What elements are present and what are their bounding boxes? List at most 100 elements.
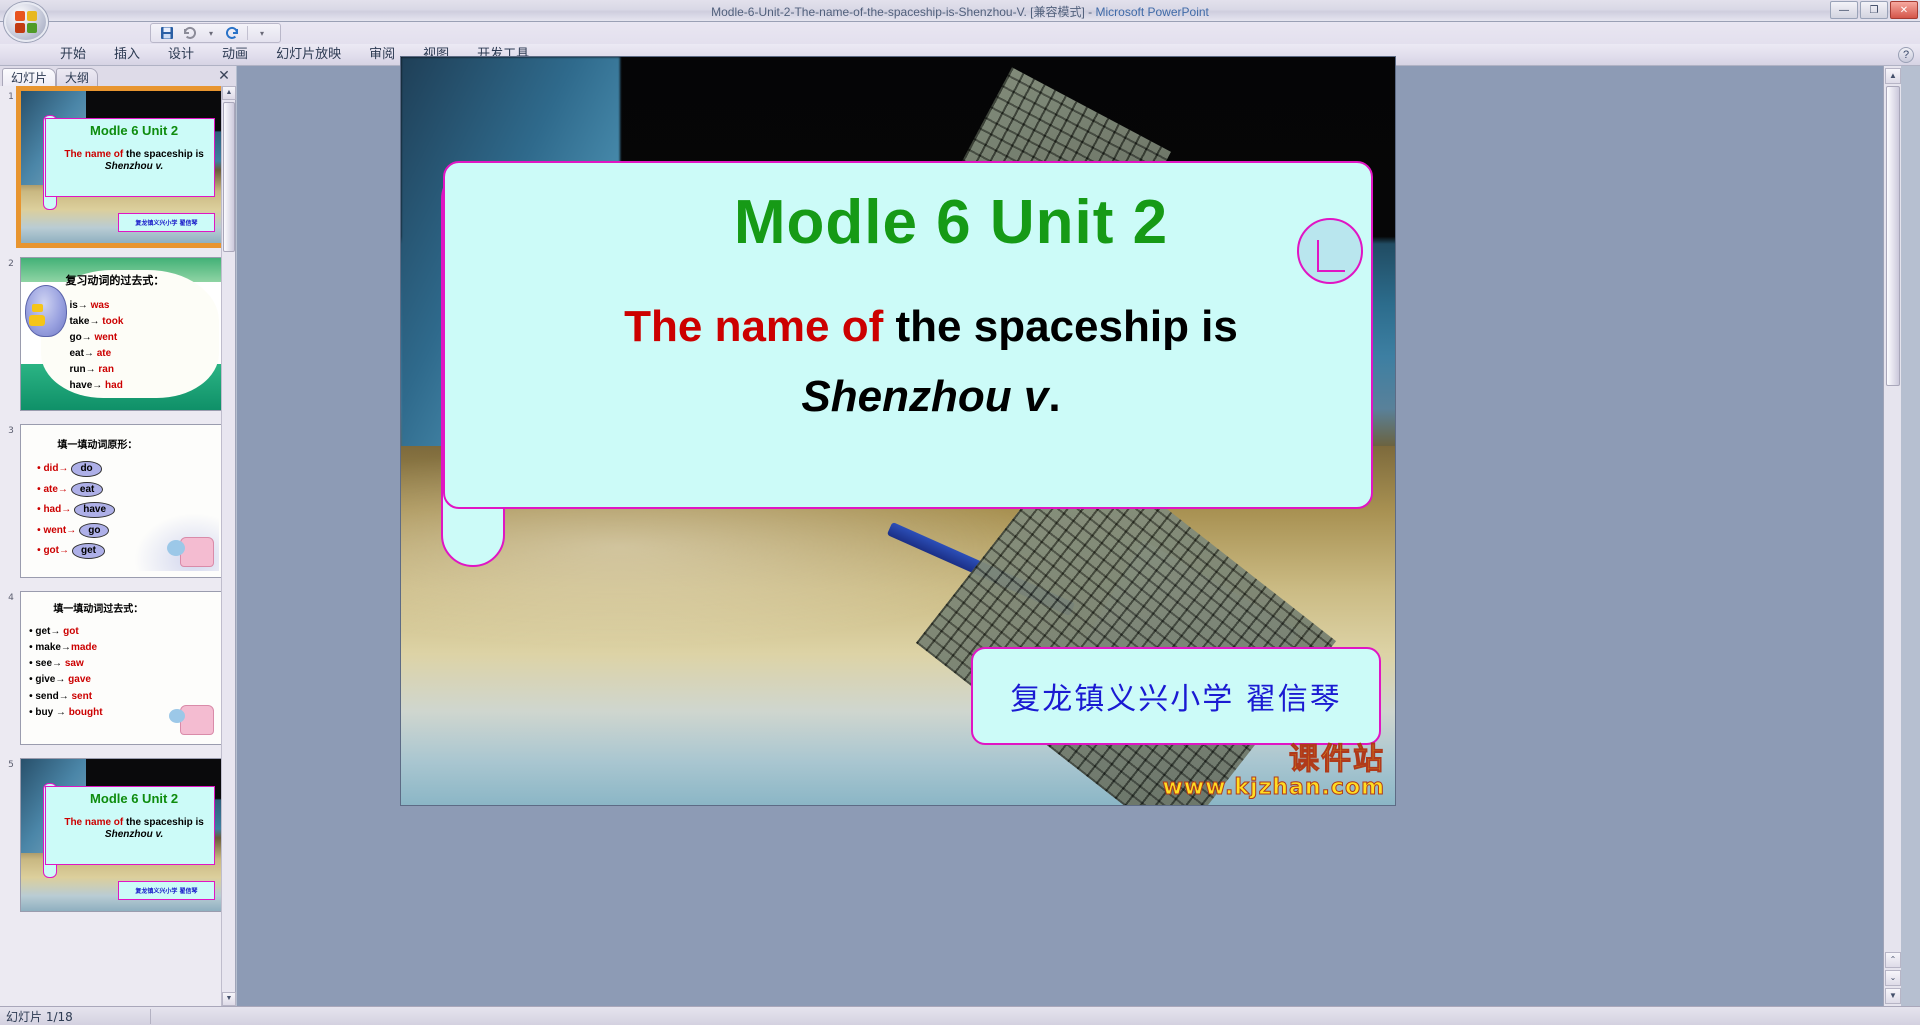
slide-credit-box[interactable]: 复龙镇义兴小学 翟信琴 [971,647,1381,745]
minimize-button[interactable]: — [1830,1,1858,19]
list-item: eat→ ate [69,346,123,362]
stage-scrollbar[interactable]: ▲ ⌃ ⌄ ▼ [1883,66,1901,1006]
list-item[interactable]: 3 填一填动词原形： • did→ do • ate→ eat • had→ have… [4,424,222,584]
status-bar: 幻灯片 1/18 [0,1006,1920,1025]
verb-answer-oval: go [79,522,110,539]
window-title-separator: - [1084,5,1096,19]
thumbnail-list[interactable]: 1 Modle 6 Unit 2 The name of the spacesh… [0,86,222,1006]
thumb-credit: 复龙镇义兴小学 翟信琴 [117,880,215,901]
tab-insert[interactable]: 插入 [100,44,154,66]
quick-access-toolbar: ▾ ▾ [150,23,281,43]
scroll-up-icon[interactable]: ▲ [1885,68,1901,84]
thumbnail-number: 1 [8,92,14,102]
tab-outline[interactable]: 大纲 [56,68,99,86]
verb-answer-oval: do [71,461,102,477]
thumbnail-number: 3 [8,426,14,436]
office-button[interactable] [4,2,48,42]
verb-base: run→ [69,364,99,376]
tab-design[interactable]: 设计 [154,44,208,66]
list-item[interactable]: 2 复习动词的过去式： is→ was take→ took go→ went … [4,257,222,417]
panel-close-icon[interactable]: ✕ [216,68,232,84]
thumbnail-slide-4[interactable]: 填一填动词过去式： • get→ got • make→made • see→ … [20,591,222,745]
verb-base: give→ [35,674,69,686]
verb-base: get→ [35,625,64,637]
verb-base: make→ [35,642,71,654]
thumb-credit: 复龙镇义兴小学 翟信琴 [117,212,215,233]
qat-divider [247,26,248,40]
thumbnail-number: 5 [8,760,14,770]
panel-scrollbar[interactable]: ▲ ▼ [221,86,236,1006]
list-item: • give→ gave [29,674,91,686]
verb-base: go→ [69,331,95,343]
verb-base: see→ [35,658,65,670]
thumb-verb-list: is→ was take→ took go→ went eat→ ate run… [69,298,123,395]
list-item[interactable]: 1 Modle 6 Unit 2 The name of the spacesh… [4,86,222,250]
cartoon-figure-icon [180,704,215,735]
powerpoint-window: Modle-6-Unit-2-The-name-of-the-spaceship… [0,0,1920,1025]
window-title-document: Modle-6-Unit-2-The-name-of-the-spaceship… [711,5,1085,19]
status-divider [150,1009,151,1024]
undo-dropdown-icon[interactable]: ▾ [203,25,219,41]
thumb-verb-list: • get→ got • make→made • see→ saw • give… [29,624,103,721]
thumbnail-slide-2[interactable]: 复习动词的过去式： is→ was take→ took go→ went ea… [20,257,222,411]
close-button[interactable]: ✕ [1890,1,1918,19]
scroll-down-icon[interactable]: ▼ [1885,988,1901,1004]
thumb-sub-red: The name of [64,148,124,160]
thumb-heading: 填一填动词过去式： [53,603,144,615]
thumb-cloud-shape [41,270,219,398]
thumbnail-slide-1[interactable]: Modle 6 Unit 2 The name of the spaceship… [16,86,222,248]
verb-base: take→ [69,315,103,327]
slide-subtitle-black: the spaceship is [883,302,1238,351]
panel-scrollbar-thumb[interactable] [223,102,235,252]
thumb-decoration [134,513,219,571]
tab-animations[interactable]: 动画 [208,44,262,66]
previous-slide-icon[interactable]: ⌃ [1885,952,1901,968]
panel-tab-bar: 幻灯片 大纲 ✕ [0,66,236,86]
thumbnail-number: 2 [8,259,14,269]
next-slide-icon[interactable]: ⌄ [1885,970,1901,986]
watermark-title: 课件站 [1289,742,1385,777]
slide-subtitle-red: The name of [624,302,884,351]
list-item[interactable]: 5 Modle 6 Unit 2 The name of the spacesh… [4,758,222,918]
thumbnail-slide-5[interactable]: Modle 6 Unit 2 The name of the spaceship… [20,758,222,912]
thumb-sub-italic: Shenzhou v. [104,161,164,173]
tab-slideshow[interactable]: 幻灯片放映 [262,44,355,66]
bird-icon [25,285,68,338]
verb-past: bought [68,706,103,718]
slides-panel: 幻灯片 大纲 ✕ 1 Modle 6 Unit 2 The name of th… [0,66,236,1006]
list-item: • see→ saw [29,658,84,670]
window-title: Modle-6-Unit-2-The-name-of-the-spaceship… [0,3,1920,20]
tab-home[interactable]: 开始 [46,44,100,66]
slide-subtitle[interactable]: The name of the spaceship is Shenzhou v. [491,292,1371,433]
verb-past: sent [71,690,93,702]
thumb-title-layout: Modle 6 Unit 2 The name of the spaceship… [21,91,222,243]
help-icon[interactable]: ? [1898,47,1914,63]
customize-qat-icon[interactable]: ▾ [254,25,270,41]
restore-button[interactable]: ❐ [1860,1,1888,19]
undo-icon[interactable] [181,25,197,41]
thumb-verb-list: • did→ do • ate→ eat • had→ have • went→ go … [37,461,116,564]
scroll-down-icon[interactable]: ▼ [222,992,236,1006]
slide-title[interactable]: Modle 6 Unit 2 [551,187,1351,258]
list-item: go→ went [69,330,123,346]
scroll-up-icon[interactable]: ▲ [222,86,236,100]
verb-past: made [70,642,98,654]
thumb-decoration [138,683,219,738]
redo-icon[interactable] [225,25,241,41]
list-item: is→ was [69,298,123,314]
verb-answer-oval: eat [70,481,104,498]
list-item: • buy → bought [29,706,103,718]
list-item[interactable]: 4 填一填动词过去式： • get→ got • make→made • see… [4,591,222,751]
thumb-subheading: The name of the spaceship is Shenzhou v. [49,149,219,174]
thumb-verbs-base-layout: 填一填动词原形： • did→ do • ate→ eat • had→ have •… [21,425,222,577]
title-bar: Modle-6-Unit-2-The-name-of-the-spaceship… [0,0,1920,22]
list-item: run→ ran [69,362,123,378]
stage-scrollbar-thumb[interactable] [1886,86,1900,386]
current-slide[interactable]: Modle 6 Unit 2 The name of the spaceship… [401,57,1395,805]
thumbnail-slide-3[interactable]: 填一填动词原形： • did→ do • ate→ eat • had→ have •… [20,424,222,578]
tab-slides[interactable]: 幻灯片 [2,68,57,86]
save-icon[interactable] [159,25,175,41]
cartoon-accent-icon [167,539,186,556]
verb-answer-oval: get [71,543,105,559]
verb-past: ate→ [43,483,68,495]
